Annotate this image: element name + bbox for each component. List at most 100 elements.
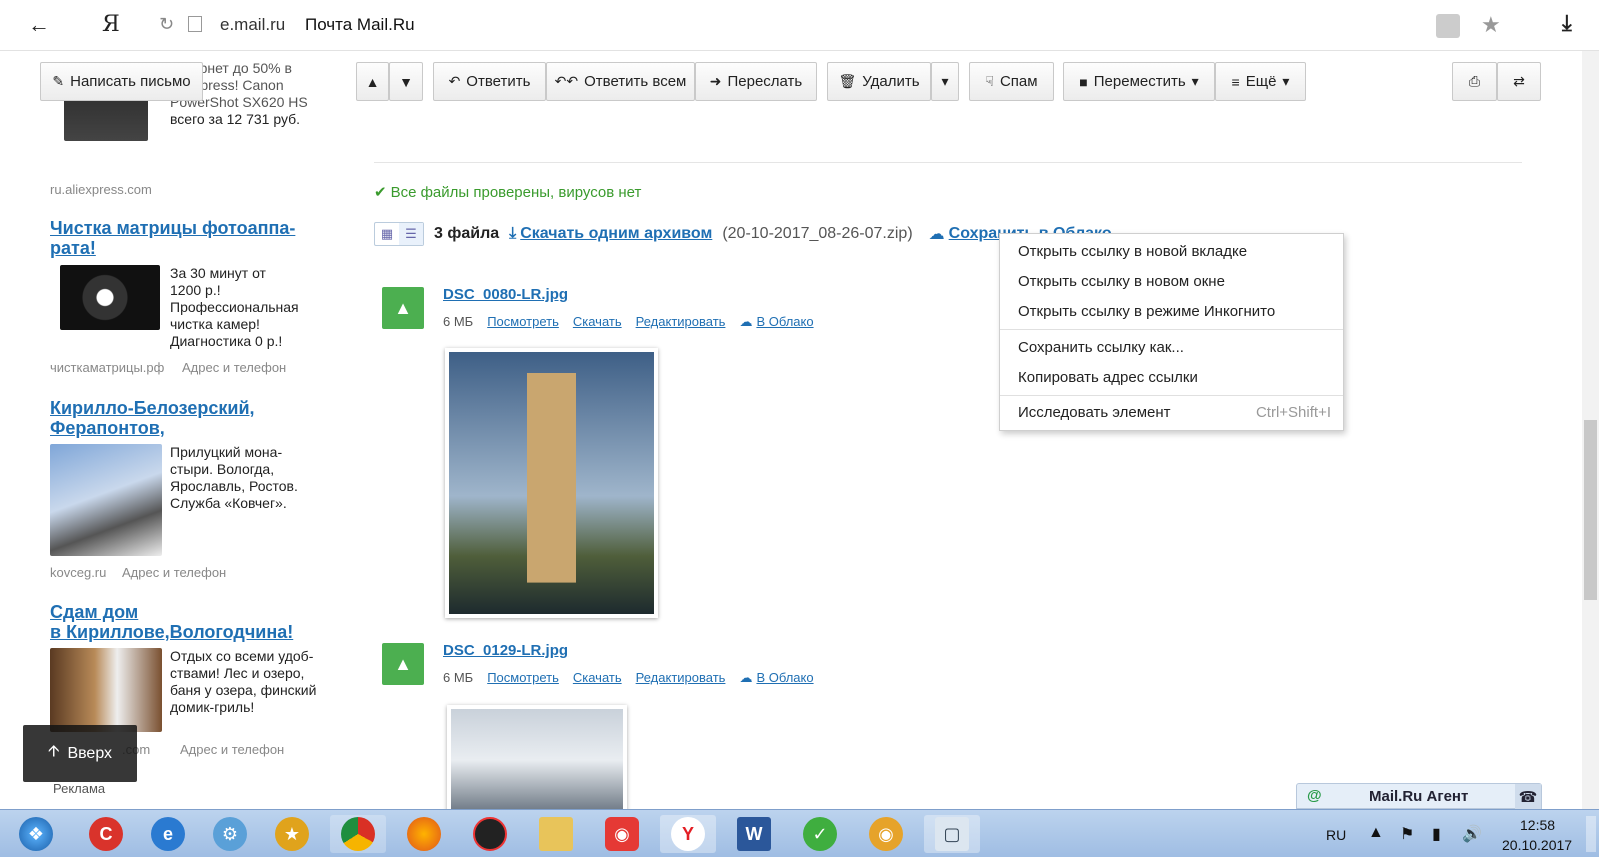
attachment-item: ▲ bbox=[382, 643, 424, 685]
prev-message-button[interactable]: ▲ bbox=[356, 62, 389, 101]
menu-separator bbox=[1000, 329, 1343, 330]
attachment-thumbnail[interactable] bbox=[447, 705, 627, 815]
scroll-up-button[interactable]: 🡩 Вверх bbox=[23, 725, 137, 782]
chevron-down-icon: ▾ bbox=[1191, 73, 1199, 89]
yandex-logo-icon[interactable]: Я bbox=[102, 12, 120, 37]
ad-source[interactable]: ru.aliexpress.com bbox=[50, 182, 152, 197]
next-message-button[interactable]: ▼ bbox=[389, 62, 423, 101]
monastery-image[interactable] bbox=[50, 444, 162, 556]
taskbar-yandex[interactable]: Y bbox=[660, 815, 716, 853]
forward-button[interactable]: ➜ Переслать bbox=[695, 62, 817, 101]
taskbar-app[interactable]: ◉ bbox=[594, 815, 650, 853]
ad-source[interactable]: чисткаматрицы.рф bbox=[50, 360, 164, 375]
volume-icon[interactable]: 🔊 bbox=[1462, 824, 1482, 844]
view-link[interactable]: Посмотреть bbox=[487, 314, 559, 330]
taskbar-chrome[interactable] bbox=[330, 815, 386, 853]
word-icon: W bbox=[737, 817, 771, 851]
flag-icon[interactable]: ⚑ bbox=[1400, 824, 1414, 844]
network-icon[interactable]: ▮ bbox=[1432, 824, 1441, 844]
app-icon: ✓ bbox=[803, 817, 837, 851]
bookmark-star-icon[interactable]: ★ bbox=[1481, 12, 1501, 38]
edit-link[interactable]: Редактировать bbox=[636, 314, 726, 330]
taskbar-app[interactable]: ▢ bbox=[924, 815, 980, 853]
show-desktop-button[interactable] bbox=[1586, 816, 1596, 852]
menu-item-open-incognito[interactable]: Открыть ссылку в режиме Инкогнито bbox=[1018, 303, 1275, 320]
browser-bar: ← Я ↻ e.mail.ru Почта Mail.Ru ★ ⤓ bbox=[0, 0, 1599, 51]
ad-title[interactable]: Чистка матрицы фотоаппа- рата! bbox=[50, 218, 295, 258]
menu-separator bbox=[1000, 395, 1343, 396]
chevron-down-icon: ▾ bbox=[1282, 73, 1290, 89]
taskbar-explorer[interactable] bbox=[528, 815, 584, 853]
attachment-name-link[interactable]: DSC_0129-LR.jpg bbox=[443, 642, 568, 659]
back-arrow-icon[interactable]: ← bbox=[28, 12, 50, 38]
delete-dropdown-button[interactable]: ▾ bbox=[931, 62, 959, 101]
menu-item-save-link[interactable]: Сохранить ссылку как... bbox=[1018, 339, 1184, 356]
triangle-down-icon: ▼ bbox=[399, 73, 413, 90]
clock-date[interactable]: 20.10.2017 bbox=[1502, 837, 1572, 853]
ad-contact-link[interactable]: Адрес и телефон bbox=[182, 360, 286, 375]
reply-button[interactable]: ↶ Ответить bbox=[433, 62, 546, 101]
taskbar-ie[interactable]: e bbox=[140, 815, 196, 853]
ad-text: За 30 минут от 1200 р.! Профессиональная… bbox=[170, 265, 299, 349]
start-button[interactable]: ❖ bbox=[8, 815, 64, 853]
compose-button[interactable]: ✎ Написать письмо bbox=[40, 62, 203, 101]
snipping-icon: ▢ bbox=[935, 817, 969, 851]
taskbar-app[interactable] bbox=[462, 815, 518, 853]
phone-icon[interactable]: ☎ bbox=[1515, 784, 1541, 809]
tray-arrow-icon[interactable]: ▲ bbox=[1368, 824, 1384, 842]
mail-agent-bar[interactable]: @ Mail.Ru Агент ☎ bbox=[1296, 783, 1542, 809]
taskbar-app[interactable]: ◉ bbox=[858, 815, 914, 853]
ad-contact-link[interactable]: Адрес и телефон bbox=[122, 565, 226, 580]
menu-item-copy-link[interactable]: Копировать адрес ссылки bbox=[1018, 369, 1198, 386]
spam-button[interactable]: ☟ Спам bbox=[969, 62, 1054, 101]
to-cloud-link[interactable]: ☁ В Облако bbox=[739, 314, 813, 330]
ad-title[interactable]: Кирилло-Белозерский, Ферапонтов, bbox=[50, 398, 255, 438]
archive-name: (20-10-2017_08-26-07.zip) bbox=[722, 225, 913, 242]
view-link[interactable]: Посмотреть bbox=[487, 670, 559, 686]
ad-source[interactable]: kovceg.ru bbox=[50, 565, 106, 580]
menu-item-open-new-tab[interactable]: Открыть ссылку в новой вкладке bbox=[1018, 243, 1247, 260]
print-button[interactable]: ⎙ bbox=[1452, 62, 1497, 101]
attachment-name-link[interactable]: DSC_0080-LR.jpg bbox=[443, 286, 568, 303]
taskbar-app[interactable]: ⚙ bbox=[202, 815, 258, 853]
ad-title[interactable]: Сдам дом в Кириллове,Вологодчина! bbox=[50, 602, 293, 642]
menu-item-inspect[interactable]: Исследовать элемент bbox=[1018, 404, 1171, 421]
camera-cleaning-image[interactable] bbox=[60, 265, 160, 330]
language-indicator[interactable]: RU bbox=[1326, 827, 1346, 843]
menu-item-open-new-window[interactable]: Открыть ссылку в новом окне bbox=[1018, 273, 1225, 290]
move-button[interactable]: ■ Переместить ▾ bbox=[1063, 62, 1215, 101]
checkmark-icon: ✔ bbox=[374, 184, 387, 201]
taskbar-firefox[interactable] bbox=[396, 815, 452, 853]
taskbar-ccleaner[interactable]: C bbox=[78, 815, 134, 853]
taskbar-app[interactable]: ★ bbox=[264, 815, 320, 853]
ad-contact-link[interactable]: Адрес и телефон bbox=[180, 742, 284, 757]
lock-icon[interactable] bbox=[1436, 14, 1460, 38]
taskbar-word[interactable]: W bbox=[726, 815, 782, 853]
more-button[interactable]: ≡ Ещё ▾ bbox=[1215, 62, 1306, 101]
house-interior-image[interactable] bbox=[50, 648, 162, 732]
camera-icon: ◉ bbox=[605, 817, 639, 851]
download-link[interactable]: Скачать bbox=[573, 670, 622, 686]
clock-time[interactable]: 12:58 bbox=[1520, 817, 1555, 833]
taskbar-app[interactable]: ✓ bbox=[792, 815, 848, 853]
list-view-icon[interactable]: ☰ bbox=[399, 223, 423, 245]
download-icon[interactable]: ⤓ bbox=[1562, 10, 1572, 36]
attachment-thumbnail[interactable] bbox=[445, 348, 658, 618]
delete-button[interactable]: 🗑 Удалить bbox=[827, 62, 931, 101]
grid-view-icon[interactable]: ▦ bbox=[375, 223, 399, 245]
agent-at-icon: @ bbox=[1307, 787, 1322, 804]
download-archive-link[interactable]: ⤓ Скачать одним архивом bbox=[509, 225, 712, 243]
to-cloud-link[interactable]: ☁ В Облако bbox=[739, 670, 813, 686]
edit-link[interactable]: Редактировать bbox=[636, 670, 726, 686]
reply-all-button[interactable]: ↶↶ Ответить всем bbox=[546, 62, 695, 101]
reload-icon[interactable]: ↻ bbox=[159, 14, 174, 35]
address-domain[interactable]: e.mail.ru bbox=[220, 15, 285, 35]
reply-all-icon: ↶↶ bbox=[554, 73, 579, 89]
scrollbar-thumb[interactable] bbox=[1584, 420, 1597, 600]
trash-icon: 🗑 bbox=[838, 73, 857, 89]
translate-button[interactable]: ⇄ bbox=[1497, 62, 1541, 101]
ad-text: Прилуцкий мона- стыри. Вологда, Ярославл… bbox=[170, 444, 298, 511]
cloud-icon: ☁ bbox=[739, 314, 753, 329]
attachment-size: 6 МБ bbox=[443, 670, 474, 685]
download-link[interactable]: Скачать bbox=[573, 314, 622, 330]
